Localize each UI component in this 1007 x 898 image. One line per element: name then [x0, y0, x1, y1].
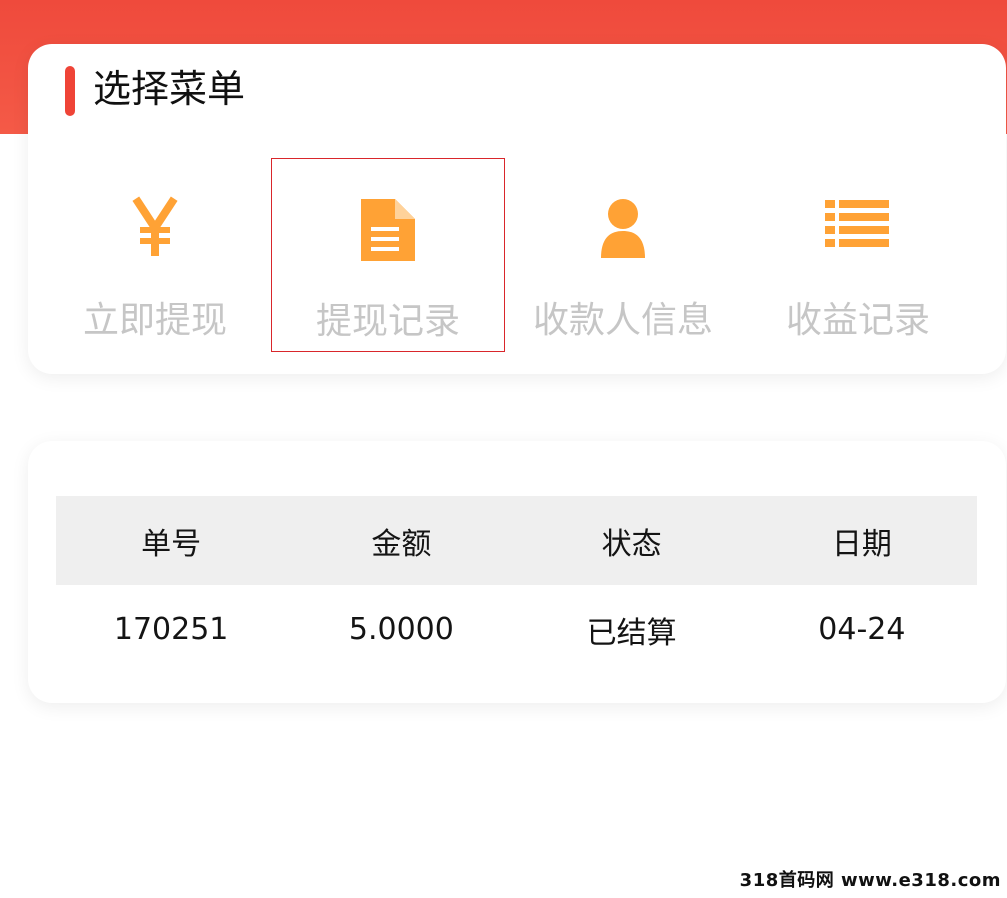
records-table: 单号 金额 状态 日期 170251 5.0000 已结算 04-24: [56, 496, 977, 674]
menu-item-earnings-records[interactable]: 收益记录: [741, 158, 975, 352]
menu-item-label: 立即提现: [82, 300, 227, 341]
header-status: 状态: [601, 526, 662, 562]
cell-order-no: 170251: [113, 612, 229, 647]
menu-item-withdraw-records[interactable]: 提现记录: [271, 158, 505, 352]
menu-item-label: 收益记录: [785, 300, 930, 341]
table-row[interactable]: 170251 5.0000 已结算 04-24: [56, 585, 977, 674]
document-icon: [361, 199, 415, 261]
cell-date: 04-24: [818, 612, 906, 647]
header-amount: 金额: [371, 526, 432, 562]
table-header: 单号 金额 状态 日期: [56, 496, 977, 585]
menu-item-label: 提现记录: [315, 301, 460, 342]
records-card: 单号 金额 状态 日期 170251 5.0000 已结算 04-24: [28, 441, 1006, 703]
menu-item-payee-info[interactable]: 收款人信息: [506, 158, 740, 352]
page: 选择菜单 立即提现 提现记录 收款人信息 收益记录 单号 金额 状态 日期 17…: [0, 0, 1007, 898]
header-date: 日期: [831, 526, 892, 562]
watermark: 318首码网 www.e318.com: [739, 870, 1001, 891]
yen-icon: [132, 196, 178, 256]
cell-amount: 5.0000: [348, 612, 454, 647]
list-icon: [825, 200, 889, 247]
person-icon: [601, 199, 645, 258]
menu-item-label: 收款人信息: [532, 300, 713, 341]
header-order-no: 单号: [141, 526, 202, 562]
title-accent-bar: [65, 66, 75, 116]
cell-status: 已结算: [586, 615, 677, 651]
menu-title: 选择菜单: [93, 67, 246, 111]
menu-card: 选择菜单 立即提现 提现记录 收款人信息 收益记录: [28, 44, 1006, 374]
menu-item-withdraw-now[interactable]: 立即提现: [38, 158, 272, 352]
